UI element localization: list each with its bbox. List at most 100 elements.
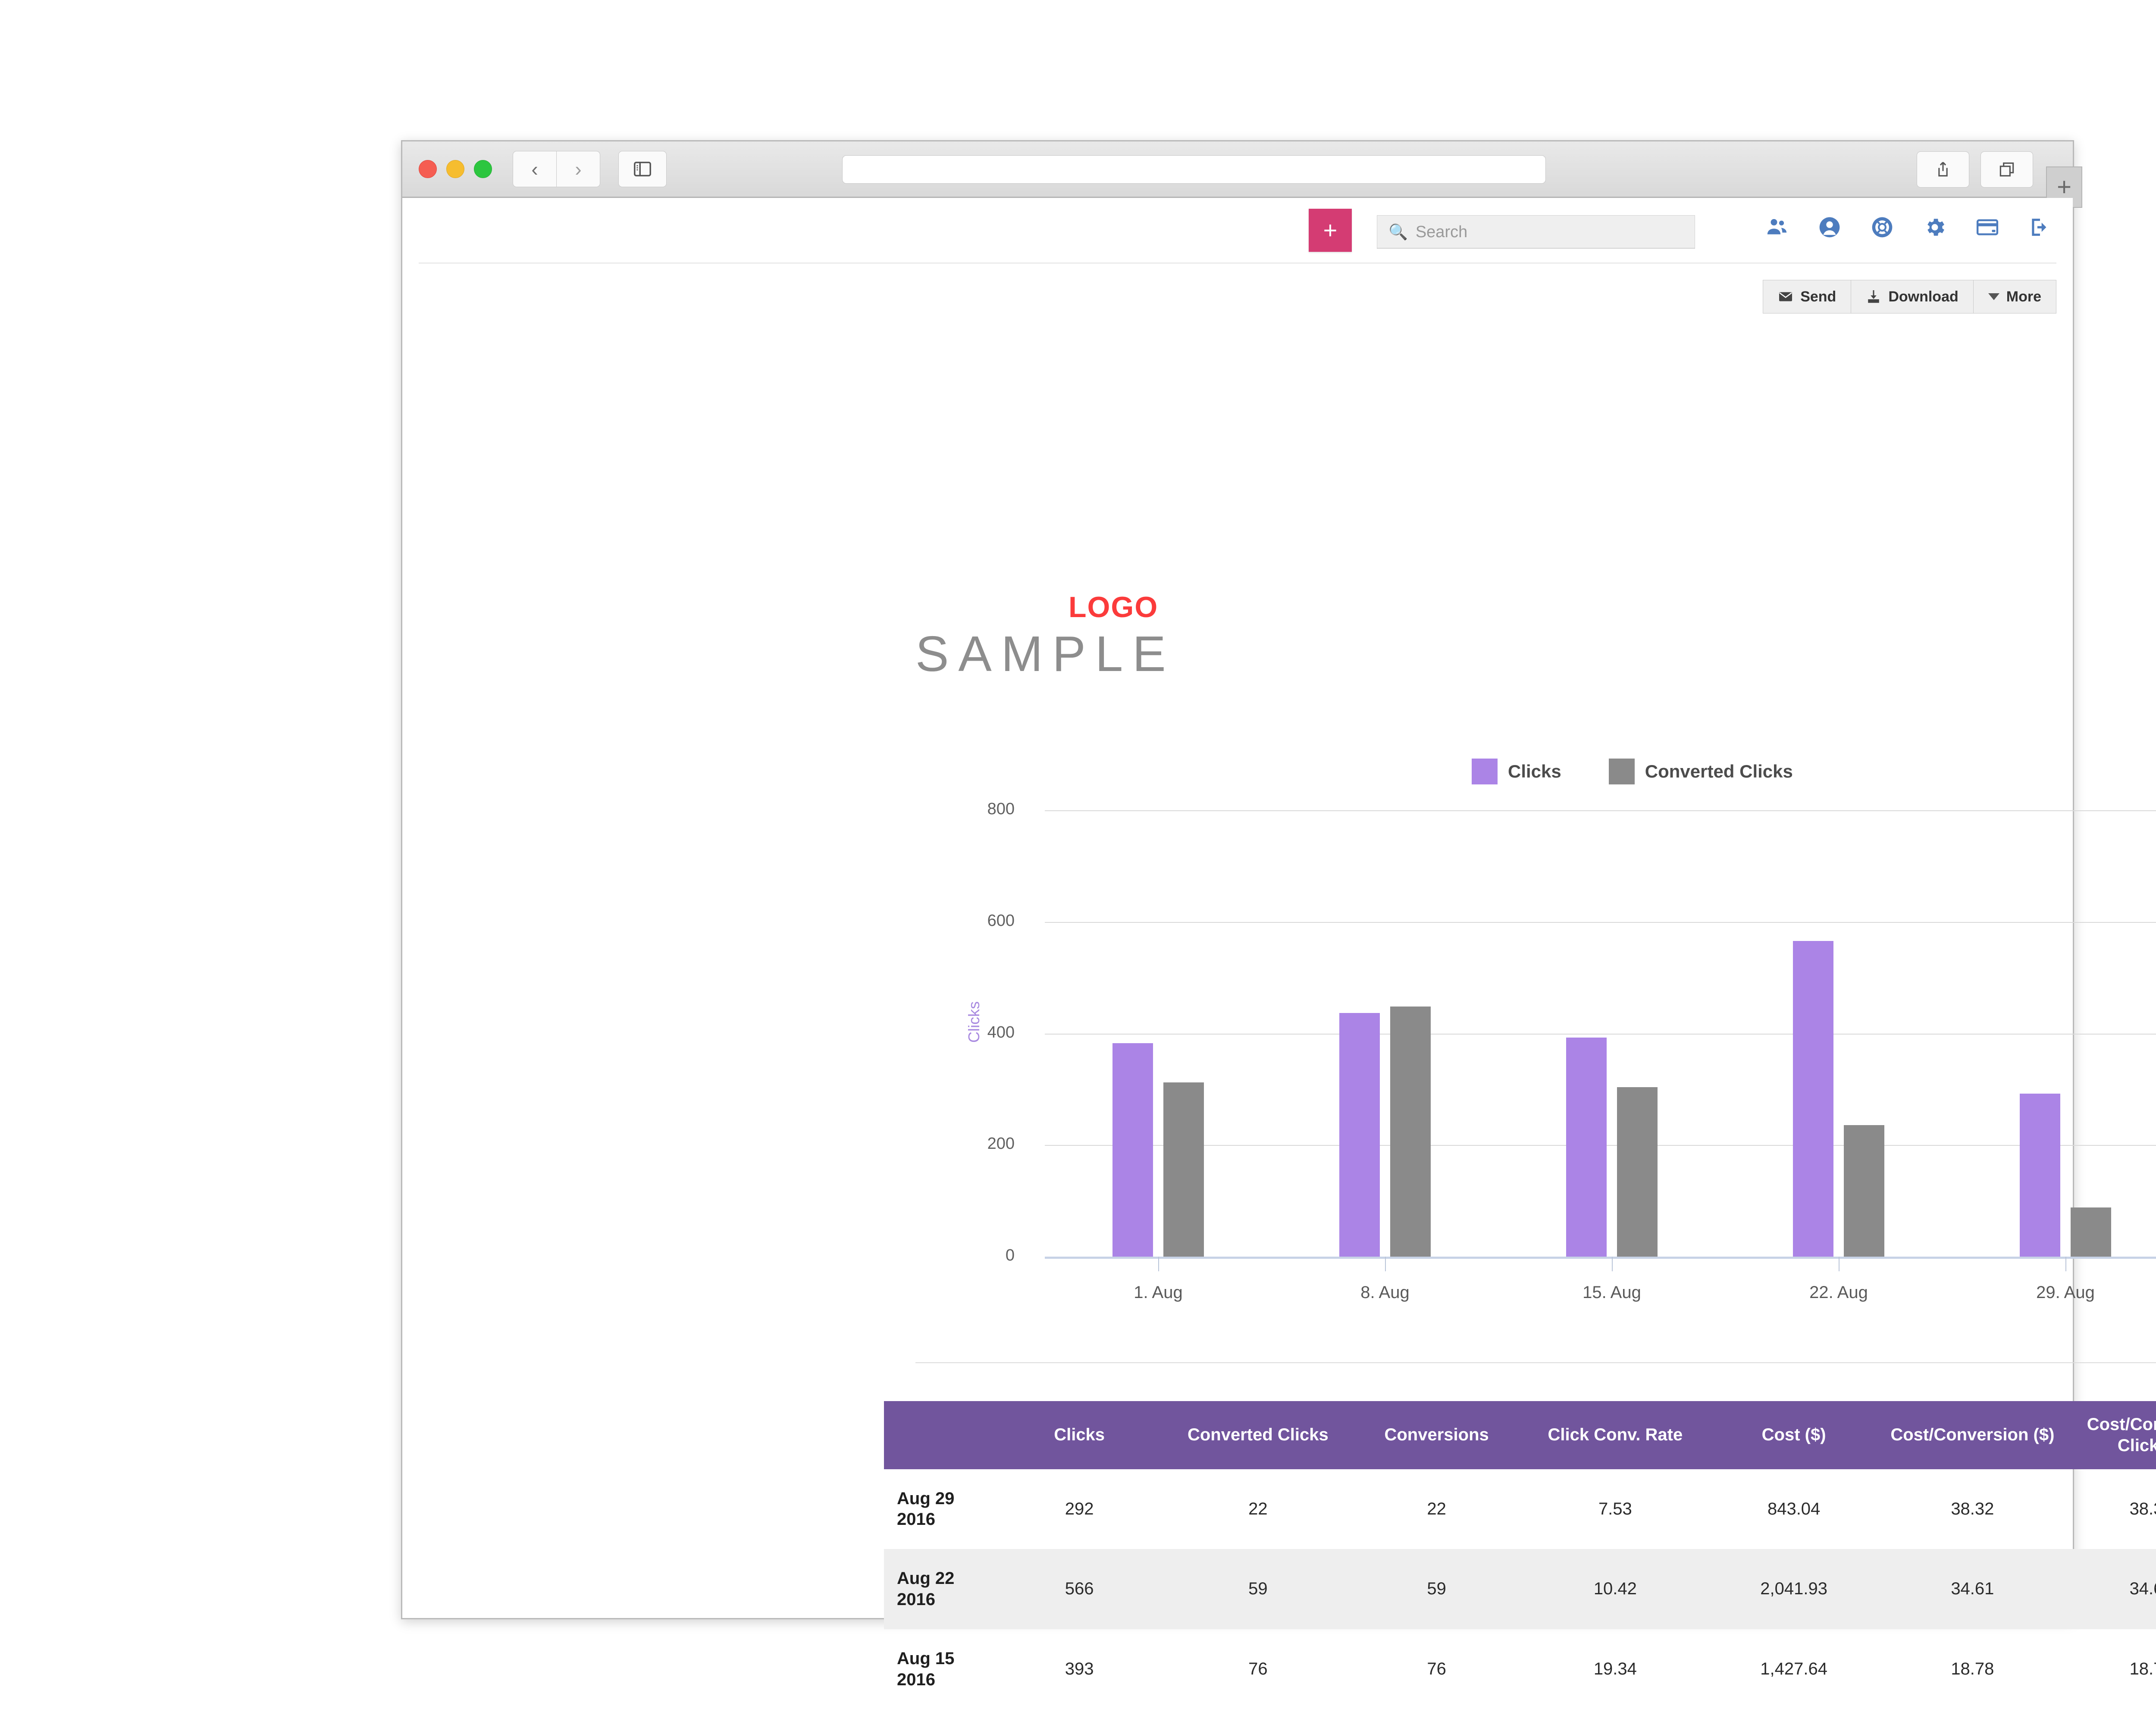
download-button[interactable]: Download bbox=[1851, 280, 1973, 313]
add-report-button[interactable]: + bbox=[1309, 209, 1352, 252]
sidebar-icon bbox=[633, 159, 652, 179]
chart-y-axis-left-title: Clicks bbox=[965, 1001, 983, 1043]
legend-label-converted-clicks: Converted Clicks bbox=[1645, 761, 1793, 782]
table-cell-clicks: 393 bbox=[990, 1629, 1169, 1709]
x-axis-tick bbox=[1158, 1257, 1159, 1271]
table-row[interactable]: Aug 29201629222227.53843.0438.3238.32129… bbox=[884, 1469, 2156, 1549]
table-cell-conversions: 22 bbox=[1348, 1469, 1526, 1549]
sample-logo: LOGO SAMPLE bbox=[915, 593, 1175, 683]
header-icon-group bbox=[1764, 214, 2053, 240]
column-header-date[interactable] bbox=[884, 1401, 990, 1469]
account-icon[interactable] bbox=[1817, 214, 1843, 240]
bar-converted-clicks[interactable] bbox=[1844, 1125, 1884, 1257]
close-window-button[interactable] bbox=[419, 160, 437, 178]
browser-window: ‹ › bbox=[401, 140, 2074, 1619]
window-controls bbox=[419, 160, 492, 178]
bar-converted-clicks[interactable] bbox=[1390, 1007, 1431, 1257]
table-cell-conversions: 76 bbox=[1348, 1629, 1526, 1709]
chart-bar-group bbox=[1793, 941, 1884, 1257]
column-header[interactable]: Cost/Converted Click ($) bbox=[2062, 1401, 2156, 1469]
chart-x-axis-line bbox=[1045, 1257, 2156, 1259]
download-icon bbox=[1866, 289, 1881, 304]
bar-converted-clicks[interactable] bbox=[1163, 1082, 1204, 1257]
column-header[interactable]: Conversions bbox=[1348, 1401, 1526, 1469]
users-icon[interactable] bbox=[1764, 214, 1790, 240]
more-button[interactable]: More bbox=[1974, 280, 2056, 313]
search-placeholder: Search bbox=[1416, 223, 1467, 241]
column-header[interactable]: Cost/Conversion ($) bbox=[1883, 1401, 2062, 1469]
table-cell-cost-per-conversion: 18.78 bbox=[1883, 1629, 2062, 1709]
column-header[interactable]: Cost ($) bbox=[1705, 1401, 1883, 1469]
section-divider bbox=[915, 1362, 2156, 1363]
url-address-bar[interactable] bbox=[842, 155, 1546, 184]
show-tabs-button[interactable] bbox=[1981, 151, 2033, 188]
bar-clicks[interactable] bbox=[1339, 1013, 1380, 1257]
column-header[interactable]: Click Conv. Rate bbox=[1526, 1401, 1705, 1469]
chart-bar-group bbox=[1566, 1038, 1658, 1257]
chart-bar-group bbox=[1339, 1007, 1431, 1257]
chart-plot-area: 0200400600800 050100150200 Clicks Conver… bbox=[1045, 810, 2156, 1259]
column-header[interactable]: Converted Clicks bbox=[1169, 1401, 1347, 1469]
bar-converted-clicks[interactable] bbox=[1617, 1087, 1658, 1257]
table-cell-cost: 1,427.64 bbox=[1705, 1629, 1883, 1709]
plus-icon: + bbox=[2057, 175, 2071, 200]
column-header[interactable]: Clicks bbox=[990, 1401, 1169, 1469]
settings-gear-icon[interactable] bbox=[1922, 214, 1948, 240]
chevron-right-icon: › bbox=[575, 157, 581, 181]
y-axis-left-tick: 600 bbox=[928, 912, 1015, 930]
download-label: Download bbox=[1888, 288, 1958, 305]
x-axis-tick bbox=[2065, 1257, 2066, 1271]
metrics-table-wrapper: ClicksConverted ClicksConversionsClick C… bbox=[884, 1401, 2156, 1709]
forward-button[interactable]: › bbox=[557, 151, 600, 187]
send-button[interactable]: Send bbox=[1763, 280, 1851, 313]
bar-clicks[interactable] bbox=[1793, 941, 1833, 1257]
back-button[interactable]: ‹ bbox=[513, 151, 557, 187]
table-header-row: ClicksConverted ClicksConversionsClick C… bbox=[884, 1401, 2156, 1469]
billing-card-icon[interactable] bbox=[1974, 214, 2000, 240]
x-axis-label: 15. Aug bbox=[1583, 1283, 1641, 1302]
tabs-overview-icon bbox=[1997, 160, 2016, 179]
legend-item-clicks: Clicks bbox=[1472, 759, 1561, 784]
app-content: + 🔍 Search bbox=[402, 198, 2073, 1617]
bar-clicks[interactable] bbox=[1566, 1038, 1607, 1257]
search-input[interactable]: 🔍 Search bbox=[1377, 215, 1695, 249]
search-icon: 🔍 bbox=[1388, 223, 1408, 241]
x-axis-label: 22. Aug bbox=[1809, 1283, 1868, 1302]
clicks-chart: Clicks Converted Clicks 0200400600800 05… bbox=[915, 759, 2156, 1328]
share-button[interactable] bbox=[1917, 151, 1969, 188]
table-cell-converted-clicks: 22 bbox=[1169, 1469, 1347, 1549]
support-lifering-icon[interactable] bbox=[1869, 214, 1895, 240]
table-cell-date: Aug 152016 bbox=[884, 1629, 990, 1709]
table-cell-converted-clicks: 76 bbox=[1169, 1629, 1347, 1709]
x-axis-label: 8. Aug bbox=[1360, 1283, 1409, 1302]
table-cell-cost-per-conversion: 38.32 bbox=[1883, 1469, 2062, 1549]
logo-word: LOGO bbox=[1069, 593, 1175, 622]
y-axis-left-tick: 800 bbox=[928, 800, 1015, 818]
y-axis-left-tick: 0 bbox=[928, 1246, 1015, 1265]
sidebar-toggle-button[interactable] bbox=[618, 151, 667, 187]
minimize-window-button[interactable] bbox=[446, 160, 464, 178]
table-cell-click-conv-rate: 7.53 bbox=[1526, 1469, 1705, 1549]
bar-clicks[interactable] bbox=[2020, 1094, 2060, 1257]
metrics-table: ClicksConverted ClicksConversionsClick C… bbox=[884, 1401, 2156, 1709]
table-row[interactable]: Aug 152016393767619.341,427.6418.7818.78… bbox=[884, 1629, 2156, 1709]
chevron-left-icon: ‹ bbox=[531, 157, 538, 181]
logout-icon[interactable] bbox=[2027, 214, 2053, 240]
bar-converted-clicks[interactable] bbox=[2071, 1207, 2111, 1257]
metrics-table-head: ClicksConverted ClicksConversionsClick C… bbox=[884, 1401, 2156, 1469]
x-axis-label: 29. Aug bbox=[2036, 1283, 2095, 1302]
app-header: + 🔍 Search bbox=[419, 198, 2056, 263]
chrome-right-buttons bbox=[1917, 151, 2033, 188]
chart-bar-group bbox=[1112, 1043, 1204, 1257]
share-icon bbox=[1934, 160, 1952, 179]
report-actions-toolbar: Send Download More bbox=[1763, 280, 2056, 314]
bar-clicks[interactable] bbox=[1112, 1043, 1153, 1257]
x-axis-label: 1. Aug bbox=[1134, 1283, 1182, 1302]
table-cell-cost: 843.04 bbox=[1705, 1469, 1883, 1549]
chart-bars: 1. Aug8. Aug15. Aug22. Aug29. Aug bbox=[1045, 810, 2156, 1257]
zoom-window-button[interactable] bbox=[474, 160, 492, 178]
navigation-buttons: ‹ › bbox=[513, 151, 600, 187]
legend-swatch-clicks bbox=[1472, 759, 1498, 784]
x-axis-tick bbox=[1612, 1257, 1613, 1271]
chart-bar-group bbox=[2020, 1094, 2111, 1257]
